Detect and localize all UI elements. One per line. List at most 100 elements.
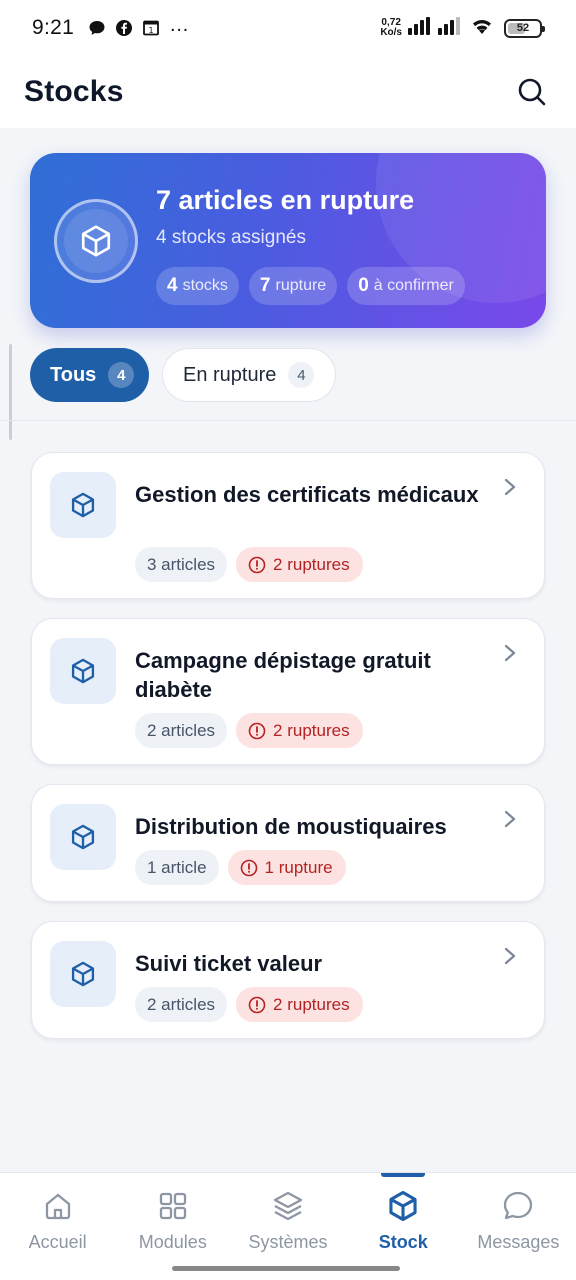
stock-card[interactable]: Campagne dépistage gratuit diabète 2 art… <box>31 618 545 765</box>
network-speed-unit: Ko/s <box>380 27 402 38</box>
rupture-badge: 2 ruptures <box>236 987 363 1022</box>
filter-count-badge: 4 <box>108 362 135 388</box>
summary-chip-rupture: 7 rupture <box>248 267 338 305</box>
svg-text:1: 1 <box>149 26 154 35</box>
alert-circle-icon <box>248 722 266 739</box>
nav-item-modules[interactable]: Modules <box>115 1173 230 1280</box>
status-time: 9:21 <box>32 16 75 39</box>
filter-tab-rupture[interactable]: En rupture 4 <box>162 348 336 402</box>
stock-summary-card: 7 articles en rupture 4 stocks assignés … <box>30 153 546 328</box>
battery-icon: 52 <box>504 18 545 38</box>
network-speed: 0,72 Ko/s <box>380 18 402 38</box>
app-header: Stocks <box>0 56 576 128</box>
summary-chip-label: à confirmer <box>373 277 454 294</box>
rupture-badge: 1 rupture <box>227 850 346 885</box>
stock-icon-tile <box>50 804 116 870</box>
summary-title: 7 articles en rupture <box>156 185 415 215</box>
stock-icon-tile <box>50 941 116 1007</box>
rupture-badge: 2 ruptures <box>236 547 363 582</box>
stock-title: Campagne dépistage gratuit diabète <box>135 648 431 702</box>
nav-label: Systèmes <box>248 1232 328 1252</box>
box-icon <box>71 824 95 850</box>
articles-count-badge: 2 articles <box>135 713 228 748</box>
box-icon <box>71 658 95 684</box>
box-icon <box>71 961 95 987</box>
filter-tab-label: Tous <box>50 363 97 386</box>
chevron-right-icon <box>504 478 516 496</box>
section-divider <box>0 420 576 421</box>
summary-chips: 4 stocks 7 rupture 0 à confirmer <box>156 267 465 305</box>
articles-count-badge: 1 article <box>135 850 219 885</box>
articles-count-badge: 2 articles <box>135 987 228 1022</box>
rupture-badge: 2 ruptures <box>236 713 363 748</box>
stock-icon-tile <box>50 638 116 704</box>
summary-chip-label: stocks <box>182 277 228 294</box>
box-icon <box>71 492 95 518</box>
chat-notification-icon <box>88 19 106 37</box>
stock-title: Gestion des certificats médicaux <box>135 482 479 507</box>
facebook-icon <box>115 19 133 37</box>
gesture-home-bar[interactable] <box>172 1266 400 1271</box>
active-tab-indicator <box>381 1173 426 1177</box>
rupture-count: 1 rupture <box>264 857 333 877</box>
summary-chip-label: rupture <box>275 277 327 294</box>
alert-circle-icon <box>240 859 257 876</box>
filter-count-badge: 4 <box>288 362 315 388</box>
home-icon <box>41 1189 75 1223</box>
stock-title: Suivi ticket valeur <box>135 951 323 976</box>
scroll-indicator <box>9 344 12 440</box>
filter-tab-all[interactable]: Tous 4 <box>30 348 149 402</box>
wifi-icon <box>470 16 494 41</box>
filter-tab-label: En rupture <box>183 363 277 386</box>
search-button[interactable] <box>514 74 550 110</box>
page-title: Stocks <box>24 75 124 108</box>
stock-card[interactable]: Suivi ticket valeur 2 articles 2 rupture… <box>31 921 545 1039</box>
chevron-right-icon <box>504 644 516 662</box>
alert-circle-icon <box>248 996 266 1013</box>
stock-card[interactable]: Distribution de moustiquaires 1 article … <box>31 784 545 902</box>
nav-item-stock[interactable]: Stock <box>346 1173 461 1280</box>
summary-chip-value: 4 <box>167 275 178 296</box>
summary-icon-ring <box>54 199 138 283</box>
chat-bubble-icon <box>501 1189 535 1223</box>
grid-icon <box>156 1189 190 1223</box>
stock-title: Distribution de moustiquaires <box>135 814 447 839</box>
battery-level: 52 <box>516 22 530 34</box>
summary-chip-stocks: 4 stocks <box>156 267 239 305</box>
summary-subtitle: 4 stocks assignés <box>156 227 306 248</box>
box-icon <box>386 1189 420 1223</box>
stock-tags: 1 article 1 rupture <box>135 850 346 885</box>
search-icon <box>518 78 546 106</box>
stock-card[interactable]: Gestion des certificats médicaux 3 artic… <box>31 452 545 599</box>
nav-item-accueil[interactable]: Accueil <box>0 1173 115 1280</box>
summary-chip-value: 0 <box>358 275 369 296</box>
rupture-count: 2 ruptures <box>273 720 350 740</box>
more-notifications-icon: … <box>169 14 190 36</box>
nav-item-systemes[interactable]: Systèmes <box>230 1173 345 1280</box>
bottom-navigation: Accueil Modules Systèmes Stock Messages <box>0 1172 576 1280</box>
nav-label: Messages <box>477 1232 560 1252</box>
summary-chip-to-confirm: 0 à confirmer <box>347 267 465 305</box>
stock-tags: 2 articles 2 ruptures <box>135 987 363 1022</box>
nav-label: Stock <box>378 1232 428 1252</box>
filter-tabs: Tous 4 En rupture 4 <box>30 348 336 402</box>
stock-tags: 2 articles 2 ruptures <box>135 713 363 748</box>
chevron-right-icon <box>504 947 516 965</box>
system-indicators: 0,72 Ko/s 52 <box>380 16 545 41</box>
summary-chip-value: 7 <box>259 275 271 296</box>
rupture-count: 2 ruptures <box>273 994 350 1014</box>
box-icon <box>81 225 111 257</box>
chevron-right-icon <box>504 810 516 828</box>
nav-label: Accueil <box>28 1232 87 1252</box>
stock-tags: 3 articles 2 ruptures <box>135 547 363 582</box>
calendar-icon: 1 <box>142 19 160 37</box>
notification-icons: 1 … <box>88 15 189 37</box>
status-bar: 9:21 1 … 0,72 Ko/s 52 <box>0 0 576 56</box>
rupture-count: 2 ruptures <box>273 554 350 574</box>
nav-label: Modules <box>138 1232 207 1252</box>
alert-circle-icon <box>248 556 266 573</box>
nav-item-messages[interactable]: Messages <box>461 1173 576 1280</box>
signal-icon <box>408 16 464 41</box>
articles-count-badge: 3 articles <box>135 547 228 582</box>
layers-icon <box>271 1189 305 1223</box>
